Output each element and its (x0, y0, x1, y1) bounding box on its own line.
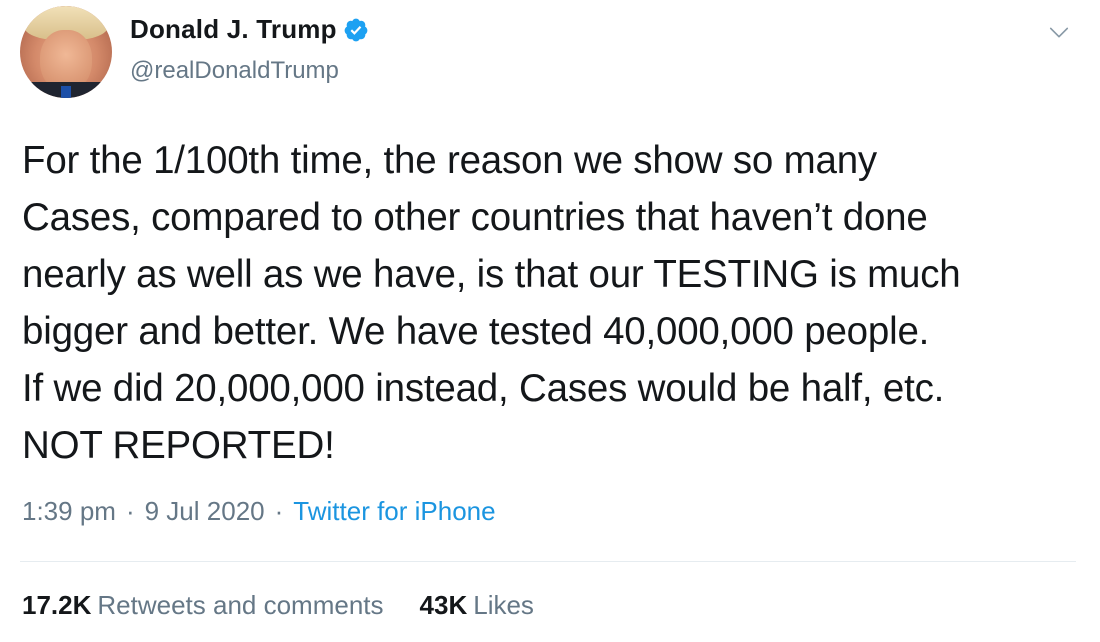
tweet-card: Donald J. Trump @realDonaldTrump For the… (0, 0, 1100, 642)
tweet-text-line: For the 1/100th time, the reason we show… (22, 139, 877, 182)
tweet-stats: 17.2K Retweets and comments 43K Likes (22, 590, 534, 621)
avatar[interactable] (20, 6, 112, 98)
tweet-date[interactable]: 9 Jul 2020 (145, 496, 265, 527)
display-name[interactable]: Donald J. Trump (130, 14, 337, 45)
retweets-stat[interactable]: 17.2K Retweets and comments (22, 590, 384, 621)
user-handle[interactable]: @realDonaldTrump (130, 57, 339, 85)
tweet-time[interactable]: 1:39 pm (22, 496, 116, 527)
likes-label: Likes (473, 590, 534, 620)
tweet-source-link[interactable]: Twitter for iPhone (293, 496, 495, 527)
tweet-text-line: nearly as well as we have, is that our T… (22, 253, 961, 296)
retweets-label: Retweets and comments (97, 590, 384, 620)
likes-stat[interactable]: 43K Likes (420, 590, 534, 621)
tweet-text-line: NOT REPORTED! (22, 424, 335, 467)
tweet-text-line: Cases, compared to other countries that … (22, 196, 928, 239)
tweet-text-line: If we did 20,000,000 instead, Cases woul… (22, 367, 945, 410)
author-name-row[interactable]: Donald J. Trump (130, 14, 369, 45)
meta-separator: · (274, 496, 284, 526)
tweet-text: For the 1/100th time, the reason we show… (22, 132, 1092, 474)
tweet-meta: 1:39 pm · 9 Jul 2020 · Twitter for iPhon… (22, 496, 496, 527)
avatar-tie (61, 86, 71, 98)
chevron-down-icon[interactable] (1048, 22, 1070, 44)
meta-separator: · (125, 496, 135, 526)
tweet-text-line: bigger and better. We have tested 40,000… (22, 310, 930, 353)
verified-badge-icon (344, 18, 368, 41)
likes-count: 43K (419, 590, 468, 620)
retweets-count: 17.2K (22, 590, 92, 620)
divider (20, 561, 1076, 562)
